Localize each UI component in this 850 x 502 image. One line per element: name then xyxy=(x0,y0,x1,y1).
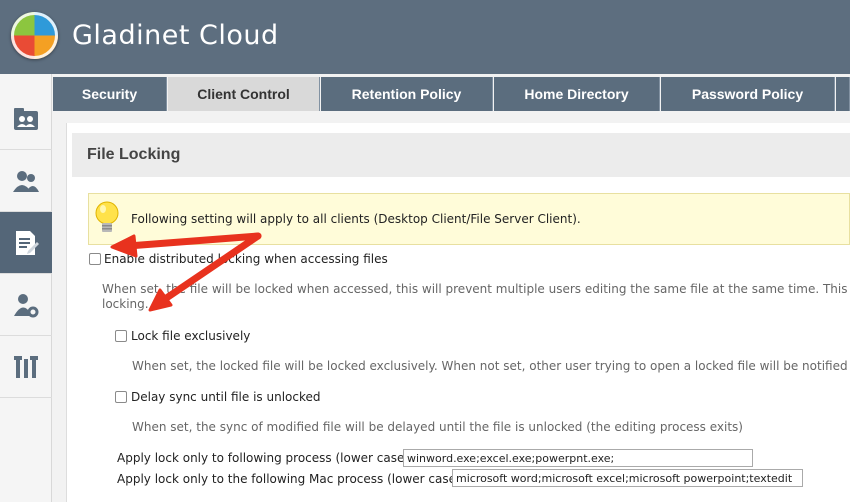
lightbulb-icon xyxy=(95,201,119,232)
tab-overflow[interactable] xyxy=(836,77,850,111)
windows-process-input[interactable] xyxy=(403,449,753,467)
app-logo xyxy=(11,12,58,59)
lock-exclusive-checkbox[interactable] xyxy=(115,330,127,342)
tab-client-control[interactable]: Client Control xyxy=(168,77,320,111)
tab-security[interactable]: Security xyxy=(53,77,167,111)
sidebar-item-users[interactable] xyxy=(0,150,52,212)
app-title: Gladinet Cloud xyxy=(72,20,279,51)
users-icon xyxy=(13,170,39,192)
tools-icon xyxy=(14,355,38,378)
distributed-locking-label: Enable distributed locking when accessin… xyxy=(104,252,388,266)
sidebar-item-folders[interactable] xyxy=(0,88,52,150)
sidebar-item-user-settings[interactable] xyxy=(0,274,52,336)
tab-retention-policy[interactable]: Retention Policy xyxy=(321,77,493,111)
sidebar xyxy=(0,74,52,502)
notice-text: Following setting will apply to all clie… xyxy=(131,212,581,226)
mac-process-input[interactable] xyxy=(452,469,803,487)
user-settings-icon xyxy=(14,293,39,317)
windows-process-label: Apply lock only to following process (lo… xyxy=(117,451,414,465)
content-panel xyxy=(66,123,850,502)
tab-password-policy[interactable]: Password Policy xyxy=(661,77,835,111)
distributed-locking-desc: When set, the file will be locked when a… xyxy=(102,282,850,296)
tab-home-directory[interactable]: Home Directory xyxy=(494,77,660,111)
delay-sync-desc: When set, the sync of modified file will… xyxy=(132,420,743,434)
delay-sync-label: Delay sync until file is unlocked xyxy=(131,390,321,404)
lock-exclusive-label: Lock file exclusively xyxy=(131,329,251,343)
delay-sync-checkbox[interactable] xyxy=(115,391,127,403)
sidebar-item-policies[interactable] xyxy=(0,212,52,274)
section-header xyxy=(72,133,850,177)
document-edit-icon xyxy=(16,230,39,255)
lock-exclusive-desc: When set, the locked file will be locked… xyxy=(132,359,850,373)
section-title: File Locking xyxy=(87,146,181,163)
mac-process-label: Apply lock only to the following Mac pro… xyxy=(117,472,465,486)
tab-bar: Security Client Control Retention Policy… xyxy=(52,74,850,112)
distributed-locking-checkbox[interactable] xyxy=(89,253,101,265)
distributed-locking-desc-cont: locking. xyxy=(102,297,149,311)
folder-users-icon xyxy=(14,107,38,130)
sidebar-item-tools[interactable] xyxy=(0,336,52,398)
app-header: Gladinet Cloud xyxy=(0,0,850,74)
